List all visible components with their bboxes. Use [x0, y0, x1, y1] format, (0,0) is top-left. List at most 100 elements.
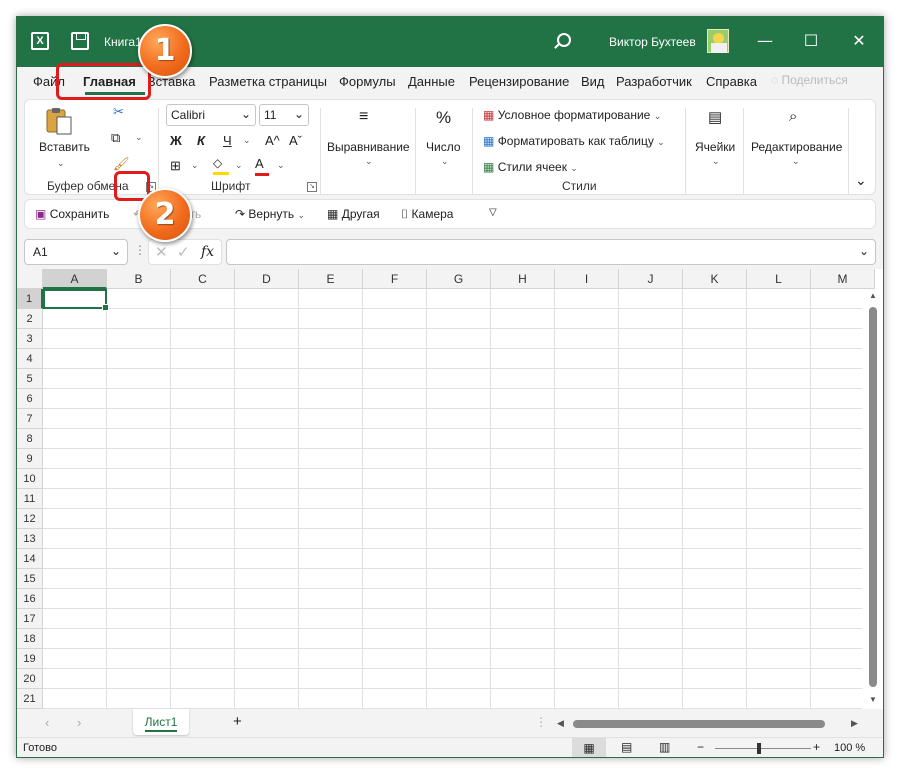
row-header[interactable]: 5 [17, 369, 43, 389]
search-icon[interactable] [557, 33, 571, 47]
row-header[interactable]: 20 [17, 669, 43, 689]
font-launcher-icon[interactable]: ↘ [307, 182, 317, 192]
normal-view-icon[interactable]: ▦ [572, 738, 606, 757]
font-name-select[interactable]: Calibri ⌄ [166, 104, 256, 126]
conditional-formatting-button[interactable]: ▦ Условное форматирование ⌄ [483, 108, 661, 122]
paste-icon[interactable] [45, 106, 73, 136]
enter-icon[interactable]: ✓ [177, 243, 190, 261]
row-header[interactable]: 1 [17, 289, 43, 309]
column-header[interactable]: E [299, 269, 363, 289]
sheet-tab[interactable]: Лист1 [133, 709, 189, 735]
alignment-dropdown-icon[interactable]: ⌄ [365, 156, 373, 167]
editing-search-icon[interactable]: ⌕ [789, 108, 797, 125]
excel-icon[interactable]: X [31, 32, 49, 50]
column-header[interactable]: J [619, 269, 683, 289]
underline-dropdown-icon[interactable]: ⌄ [243, 135, 251, 146]
scroll-right-icon[interactable]: ▶ [851, 718, 858, 729]
zoom-slider[interactable] [715, 748, 811, 749]
borders-dropdown-icon[interactable]: ⌄ [191, 160, 199, 171]
cells-dropdown-icon[interactable]: ⌄ [712, 156, 720, 167]
row-header[interactable]: 3 [17, 329, 43, 349]
zoom-slider-thumb[interactable] [757, 743, 761, 754]
selected-cell[interactable] [43, 289, 109, 311]
qat-camera-button[interactable]: ⌷ Камера [401, 207, 453, 222]
ribbon-collapse-icon[interactable]: ⌄ [855, 172, 867, 189]
tab-page-layout[interactable]: Разметка страницы [209, 74, 327, 89]
tab-developer[interactable]: Разработчик [616, 74, 692, 89]
format-as-table-button[interactable]: ▦ Форматировать как таблицу ⌄ [483, 134, 665, 148]
column-header[interactable]: A [43, 269, 107, 289]
column-header[interactable]: C [171, 269, 235, 289]
page-layout-view-icon[interactable]: ▤ [621, 740, 632, 754]
fill-color-dropdown-icon[interactable]: ⌄ [235, 160, 243, 171]
cut-icon[interactable]: ✂ [113, 104, 124, 120]
row-header[interactable]: 19 [17, 649, 43, 669]
grow-font-button[interactable]: A^ [265, 133, 280, 148]
minimize-button[interactable]: — [753, 29, 777, 53]
alignment-button[interactable]: Выравнивание [327, 140, 410, 154]
tab-view[interactable]: Вид [581, 74, 605, 89]
row-header[interactable]: 6 [17, 389, 43, 409]
column-header[interactable]: G [427, 269, 491, 289]
row-header[interactable]: 13 [17, 529, 43, 549]
close-button[interactable]: ✕ [847, 29, 871, 53]
column-header[interactable]: F [363, 269, 427, 289]
cells-button[interactable]: Ячейки [695, 140, 735, 154]
share-button[interactable]: ◌ Поделиться [771, 73, 848, 87]
borders-icon[interactable]: ⊞ [170, 158, 181, 174]
copy-dropdown-icon[interactable]: ⌄ [135, 132, 143, 143]
prev-sheet-icon[interactable]: ‹ [45, 715, 49, 730]
column-header[interactable]: I [555, 269, 619, 289]
row-header[interactable]: 14 [17, 549, 43, 569]
row-header[interactable]: 17 [17, 609, 43, 629]
paste-dropdown-icon[interactable]: ⌄ [57, 158, 65, 169]
row-header[interactable]: 8 [17, 429, 43, 449]
shrink-font-button[interactable]: Aˇ [289, 133, 302, 148]
row-header[interactable]: 2 [17, 309, 43, 329]
format-painter-icon[interactable]: 🖌 [113, 156, 130, 172]
align-icon[interactable]: ≡ [359, 108, 368, 126]
qat-customize-icon[interactable]: ▽ [489, 207, 497, 218]
zoom-out-button[interactable]: − [697, 740, 704, 754]
user-name[interactable]: Виктор Бухтеев [609, 35, 696, 49]
fill-color-icon[interactable]: ◇ [213, 156, 231, 176]
number-dropdown-icon[interactable]: ⌄ [441, 156, 449, 167]
column-header[interactable]: D [235, 269, 299, 289]
bold-button[interactable]: Ж [170, 133, 182, 148]
tab-split-icon[interactable]: ⋮ [535, 715, 547, 729]
row-header[interactable]: 7 [17, 409, 43, 429]
maximize-button[interactable]: ☐ [799, 29, 823, 53]
column-header[interactable]: M [811, 269, 875, 289]
font-color-dropdown-icon[interactable]: ⌄ [277, 160, 285, 171]
row-header[interactable]: 12 [17, 509, 43, 529]
column-header[interactable]: B [107, 269, 171, 289]
number-button[interactable]: Число [426, 140, 461, 154]
zoom-in-button[interactable]: + [813, 740, 820, 754]
row-header[interactable]: 10 [17, 469, 43, 489]
cancel-icon[interactable]: ✕ [155, 243, 168, 261]
formula-input[interactable]: ⌄ [226, 239, 876, 265]
column-header[interactable]: K [683, 269, 747, 289]
horizontal-scroll-thumb[interactable] [573, 720, 825, 728]
column-header[interactable]: H [491, 269, 555, 289]
row-header[interactable]: 9 [17, 449, 43, 469]
save-icon[interactable] [71, 32, 89, 50]
name-box[interactable]: A1 ⌄ [24, 239, 128, 265]
row-header[interactable]: 15 [17, 569, 43, 589]
editing-button[interactable]: Редактирование [751, 140, 842, 154]
scroll-down-icon[interactable]: ▼ [869, 695, 877, 704]
copy-icon[interactable]: ⧉ [111, 130, 120, 146]
row-header[interactable]: 16 [17, 589, 43, 609]
add-sheet-button[interactable]: + [233, 713, 242, 730]
row-header[interactable]: 18 [17, 629, 43, 649]
editing-dropdown-icon[interactable]: ⌄ [792, 156, 800, 167]
vertical-scrollbar[interactable]: ▲ ▼ [866, 289, 880, 709]
italic-button[interactable]: К [197, 133, 205, 148]
tab-review[interactable]: Рецензирование [469, 74, 569, 89]
zoom-level[interactable]: 100 % [834, 742, 865, 754]
cell-styles-button[interactable]: ▦ Стили ячеек ⌄ [483, 160, 578, 174]
page-break-view-icon[interactable]: ▥ [659, 740, 670, 754]
row-header[interactable]: 21 [17, 689, 43, 709]
paste-label[interactable]: Вставить [39, 140, 90, 154]
row-header[interactable]: 4 [17, 349, 43, 369]
